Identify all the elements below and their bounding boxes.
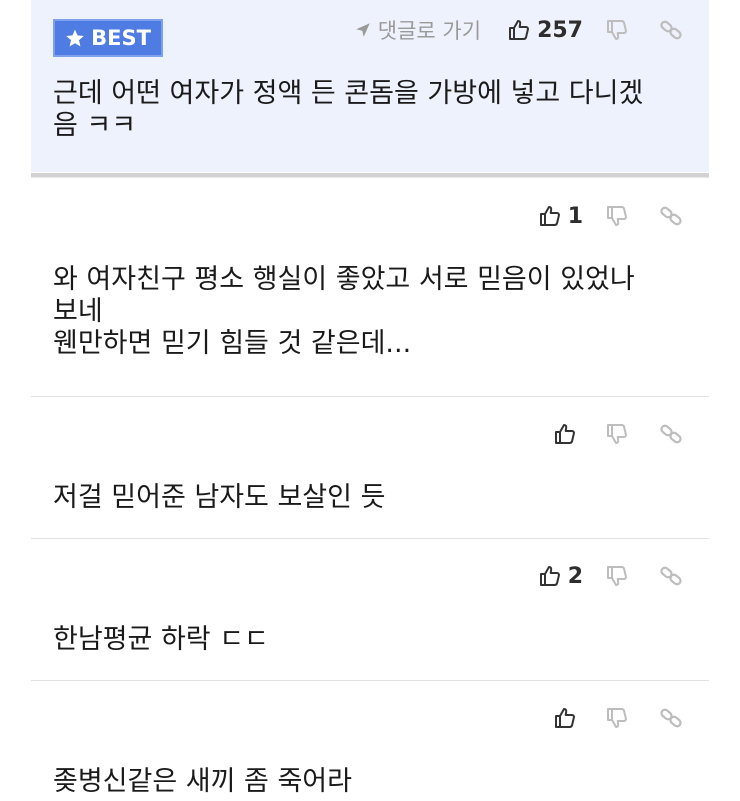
thumbs-up-icon bbox=[553, 422, 577, 446]
copy-link-button[interactable] bbox=[659, 706, 683, 730]
thumbs-down-icon bbox=[605, 204, 629, 228]
thumbs-down-icon bbox=[605, 564, 629, 588]
thumbs-down-icon bbox=[605, 422, 629, 446]
like-button[interactable] bbox=[553, 422, 583, 446]
like-count: 1 bbox=[567, 203, 583, 229]
copy-link-button[interactable] bbox=[659, 18, 683, 42]
link-icon bbox=[659, 564, 683, 588]
star-icon bbox=[65, 28, 85, 48]
best-divider bbox=[31, 173, 709, 178]
thumbs-up-icon bbox=[538, 564, 562, 588]
link-icon bbox=[659, 706, 683, 730]
comment-actions: 1 bbox=[538, 186, 709, 246]
comment-item: 2 한남평균 하락 ㄷㄷ bbox=[31, 546, 709, 680]
comment-list: BEST 댓글로 가기 257 근데 어떤 여자가 정액 든 콘돔을 가방에 넣… bbox=[0, 0, 740, 801]
comment-text: 좆병신같은 새끼 좀 죽어라 bbox=[53, 766, 352, 797]
best-label: BEST bbox=[91, 26, 151, 50]
goto-label: 댓글로 가기 bbox=[377, 19, 482, 43]
copy-link-button[interactable] bbox=[659, 204, 683, 228]
dislike-button[interactable] bbox=[605, 564, 629, 588]
dislike-button[interactable] bbox=[605, 18, 629, 42]
copy-link-button[interactable] bbox=[659, 564, 683, 588]
thumbs-down-icon bbox=[605, 18, 629, 42]
comment-text: 한남평균 하락 ㄷㄷ bbox=[53, 624, 269, 655]
link-icon bbox=[659, 422, 683, 446]
thumbs-down-icon bbox=[605, 706, 629, 730]
copy-link-button[interactable] bbox=[659, 422, 683, 446]
like-count: 2 bbox=[567, 563, 583, 589]
thumbs-up-icon bbox=[553, 706, 577, 730]
comment-actions: 2 bbox=[538, 546, 709, 606]
comment-actions bbox=[553, 688, 709, 748]
goto-comment-link[interactable]: 댓글로 가기 bbox=[354, 15, 481, 45]
like-button[interactable] bbox=[553, 706, 583, 730]
comment-text: 와 여자친구 평소 행실이 좋았고 서로 믿음이 있었나 보네 웬만하면 믿기 … bbox=[53, 264, 635, 359]
dislike-button[interactable] bbox=[605, 706, 629, 730]
arrow-icon bbox=[354, 21, 372, 39]
comment-divider bbox=[31, 538, 709, 539]
link-icon bbox=[659, 18, 683, 42]
comment-divider bbox=[31, 680, 709, 681]
best-badge: BEST bbox=[53, 19, 163, 57]
thumbs-up-icon bbox=[538, 204, 562, 228]
best-comment: BEST 댓글로 가기 257 근데 어떤 여자가 정액 든 콘돔을 가방에 넣… bbox=[31, 0, 709, 172]
comment-item: 1 와 여자친구 평소 행실이 좋았고 서로 믿음이 있었나 보네 웬만하면 믿… bbox=[31, 186, 709, 396]
comment-text: 근데 어떤 여자가 정액 든 콘돔을 가방에 넣고 다니겠 음 ㅋㅋ bbox=[53, 78, 644, 141]
comment-actions: 댓글로 가기 257 bbox=[354, 0, 709, 60]
like-button[interactable]: 2 bbox=[538, 564, 583, 589]
comment-item: 좆병신같은 새끼 좀 죽어라 bbox=[31, 688, 709, 801]
comment-item: 저걸 믿어준 남자도 보살인 듯 bbox=[31, 404, 709, 538]
dislike-button[interactable] bbox=[605, 422, 629, 446]
like-button[interactable]: 257 bbox=[507, 18, 583, 43]
comment-text: 저걸 믿어준 남자도 보살인 듯 bbox=[53, 482, 386, 513]
comment-divider bbox=[31, 396, 709, 397]
like-button[interactable]: 1 bbox=[538, 204, 583, 229]
dislike-button[interactable] bbox=[605, 204, 629, 228]
comment-actions bbox=[553, 404, 709, 464]
link-icon bbox=[659, 204, 683, 228]
thumbs-up-icon bbox=[507, 18, 531, 42]
like-count: 257 bbox=[537, 17, 583, 43]
